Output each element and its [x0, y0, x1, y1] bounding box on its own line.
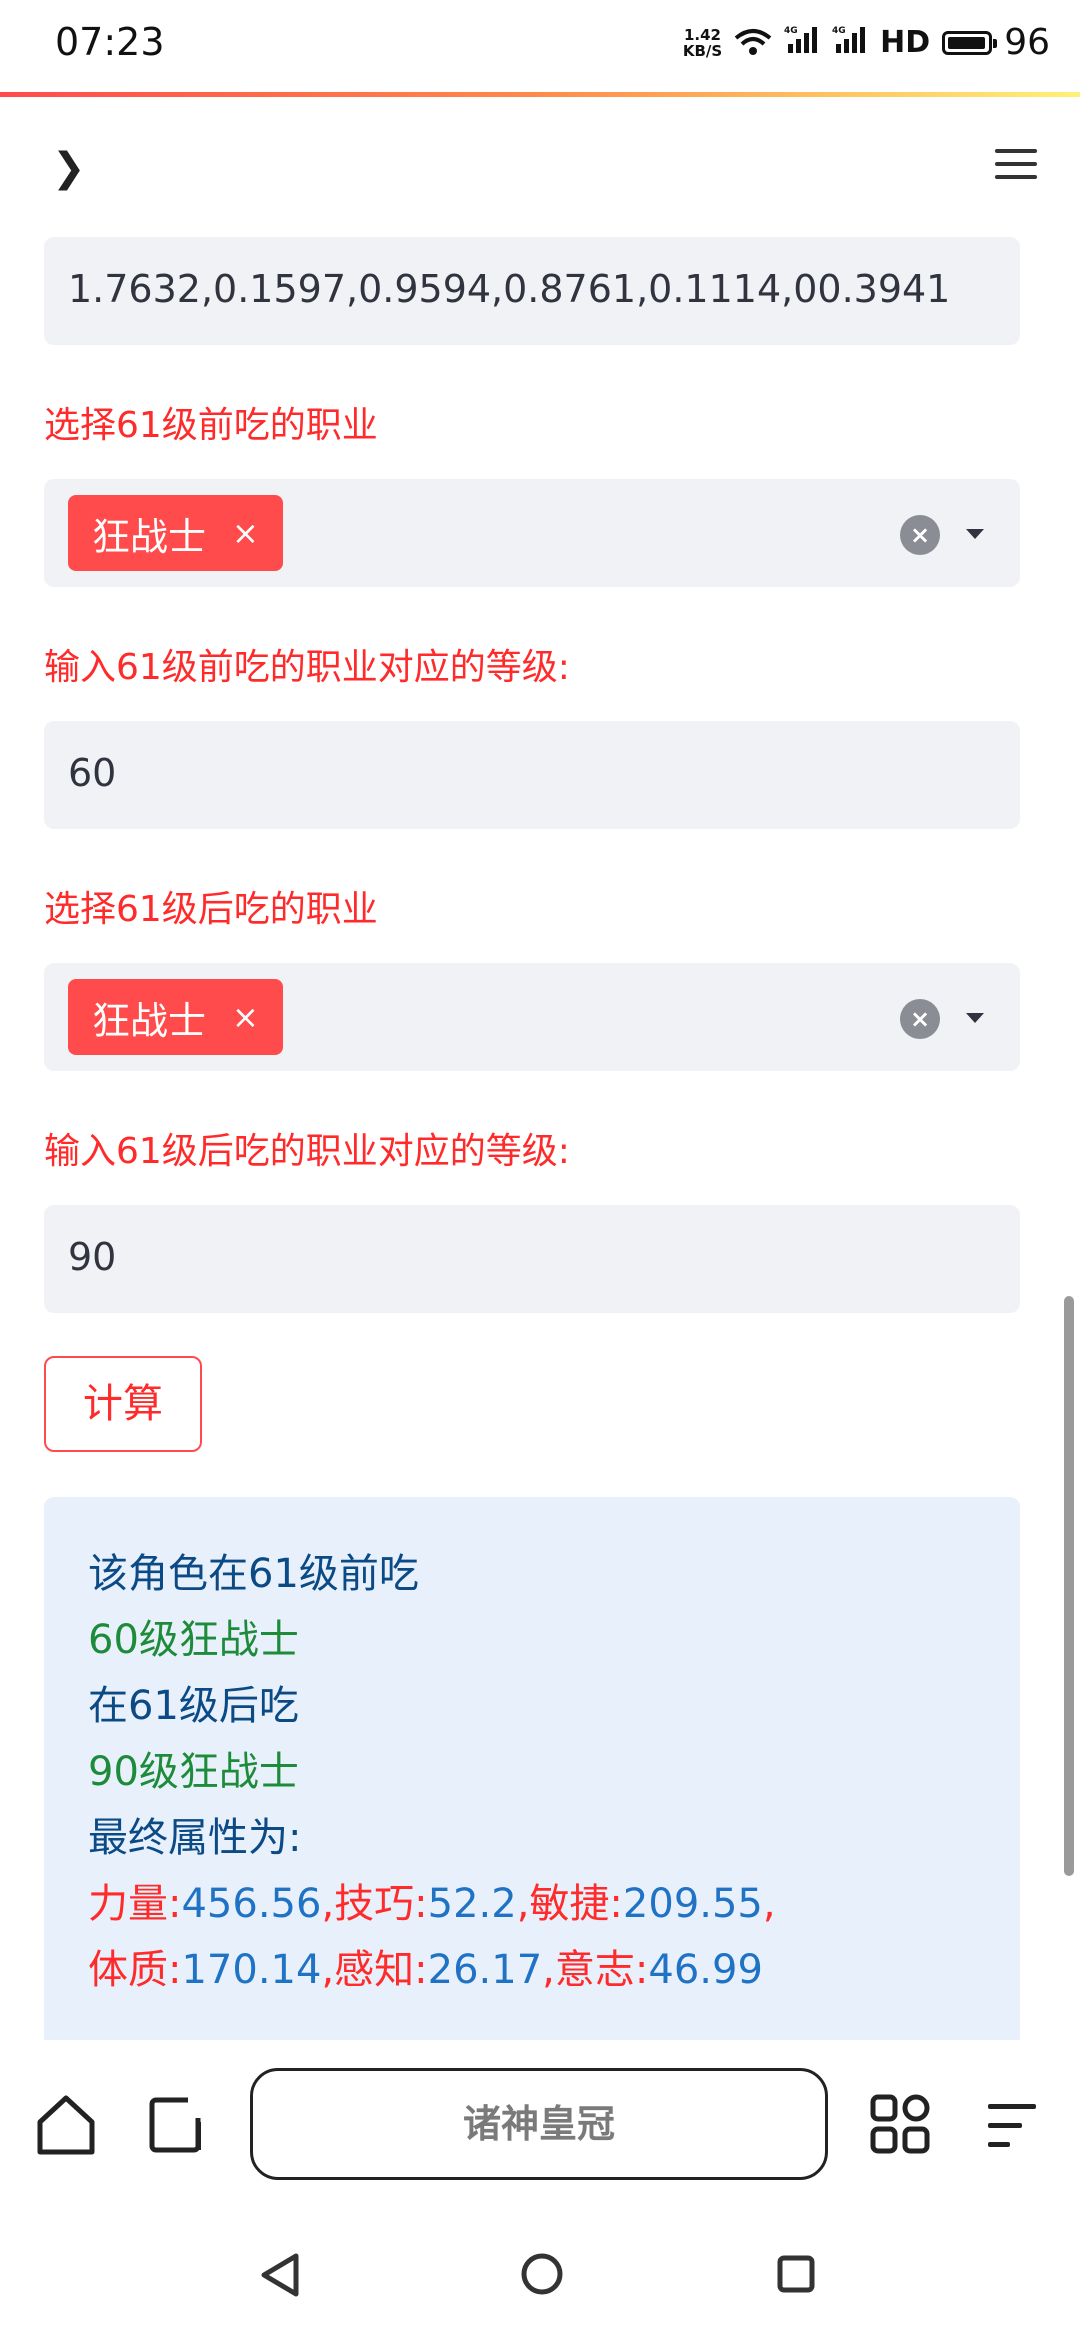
post61-job-tag: 狂战士 × — [68, 979, 283, 1055]
battery-icon — [942, 30, 998, 55]
stat-sep: , — [542, 1947, 555, 1993]
dropdown-caret-icon[interactable] — [966, 529, 984, 539]
stat-value: 46.99 — [648, 1947, 763, 1993]
calculate-button[interactable]: 计算 — [44, 1356, 202, 1452]
clear-icon[interactable]: × — [900, 515, 940, 555]
battery-fill — [948, 36, 985, 49]
battery-level: 96 — [1004, 22, 1050, 63]
result-line: 该角色在61级前吃 — [88, 1551, 419, 1597]
pre61-level-input[interactable]: 60 — [44, 721, 1020, 829]
menu-lines-icon[interactable] — [984, 2098, 1040, 2154]
wifi-icon — [734, 28, 772, 55]
svg-text:4G: 4G — [784, 26, 798, 36]
stat-name: 技巧: — [334, 1881, 428, 1927]
stat-value: 170.14 — [181, 1947, 322, 1993]
result-line: 在61级后吃 — [88, 1683, 299, 1729]
browser-toolbar: 诸神皇冠 — [0, 2040, 1080, 2210]
post61-job-select[interactable]: 狂战士 × × — [44, 963, 1020, 1071]
sidebar-expand-icon[interactable]: ❯ — [52, 145, 86, 191]
hamburger-menu-icon[interactable] — [995, 149, 1037, 188]
pre61-job-tag: 狂战士 × — [68, 495, 283, 571]
result-panel: 该角色在61级前吃 60级狂战士 在61级后吃 90级狂战士 最终属性为: 力量… — [44, 1497, 1020, 2057]
post61-level-label: 输入61级后吃的职业对应的等级: — [44, 1131, 570, 1172]
pre61-job-select[interactable]: 狂战士 × × — [44, 479, 1020, 587]
post61-job-label: 选择61级后吃的职业 — [44, 889, 378, 930]
stat-value: 52.2 — [427, 1881, 517, 1927]
svg-text:4G: 4G — [832, 26, 846, 36]
tabs-icon[interactable] — [148, 2096, 206, 2154]
stat-sep: , — [762, 1881, 776, 1927]
home-circle-icon[interactable] — [520, 2252, 564, 2296]
apps-grid-icon[interactable] — [870, 2094, 930, 2154]
stat-sep: , — [321, 1947, 335, 1993]
stat-name: 感知: — [334, 1947, 428, 1993]
coefficients-input[interactable]: 1.7632,0.1597,0.9594,0.8761,0.1114,00.39… — [44, 237, 1020, 345]
stat-value: 26.17 — [427, 1947, 543, 1993]
home-icon[interactable] — [34, 2092, 98, 2156]
stat-name: 力量: — [88, 1881, 182, 1927]
stats-row-2: 体质:170.14,感知:26.17,意志:46.99 — [88, 1937, 776, 2003]
status-icons: 1.42 KB/S 4G 4G HD 96 — [683, 22, 1050, 63]
result-line: 90级狂战士 — [88, 1749, 299, 1795]
stat-name: 意志: — [554, 1947, 649, 1993]
pre61-job-tag-label: 狂战士 — [92, 514, 207, 559]
status-bar: 07:23 1.42 KB/S 4G 4G HD 96 — [0, 0, 1080, 92]
post61-level-value: 90 — [68, 1235, 117, 1279]
signal-icon-2: 4G — [832, 24, 868, 62]
back-icon[interactable] — [258, 2252, 302, 2298]
stat-value: 209.55 — [622, 1881, 763, 1927]
system-navigation-bar — [0, 2210, 1080, 2340]
signal-icon-1: 4G — [784, 24, 820, 62]
pre61-level-value: 60 — [68, 751, 117, 795]
dropdown-caret-icon[interactable] — [966, 1013, 984, 1023]
status-time: 07:23 — [55, 20, 165, 64]
stat-name: 敏捷: — [529, 1881, 623, 1927]
app-header: ❯ — [0, 97, 1080, 227]
result-line: 最终属性为: — [88, 1815, 302, 1861]
scrollbar[interactable] — [1064, 1296, 1074, 1876]
network-speed: 1.42 KB/S — [682, 25, 723, 60]
stats-row-1: 力量:456.56,技巧:52.2,敏捷:209.55, — [88, 1871, 776, 1937]
stat-name: 体质: — [88, 1947, 182, 1993]
post61-job-tag-label: 狂战士 — [92, 998, 207, 1043]
result-text: 该角色在61级前吃 60级狂战士 在61级后吃 90级狂战士 最终属性为: 力量… — [88, 1541, 776, 2003]
tag-remove-icon[interactable]: × — [232, 514, 259, 552]
search-bar[interactable]: 诸神皇冠 — [250, 2068, 828, 2180]
stat-sep: , — [516, 1881, 530, 1927]
hd-voice-icon: HD — [880, 25, 931, 60]
stat-value: 456.56 — [181, 1881, 322, 1927]
coefficients-value: 1.7632,0.1597,0.9594,0.8761,0.1114,00.39… — [68, 267, 951, 311]
pre61-job-label: 选择61级前吃的职业 — [44, 405, 378, 446]
result-line: 60级狂战士 — [88, 1617, 299, 1663]
tag-remove-icon[interactable]: × — [232, 998, 259, 1036]
pre61-level-label: 输入61级前吃的职业对应的等级: — [44, 647, 570, 688]
post61-level-input[interactable]: 90 — [44, 1205, 1020, 1313]
stat-sep: , — [321, 1881, 335, 1927]
clear-icon[interactable]: × — [900, 999, 940, 1039]
recent-apps-icon[interactable] — [776, 2254, 816, 2294]
